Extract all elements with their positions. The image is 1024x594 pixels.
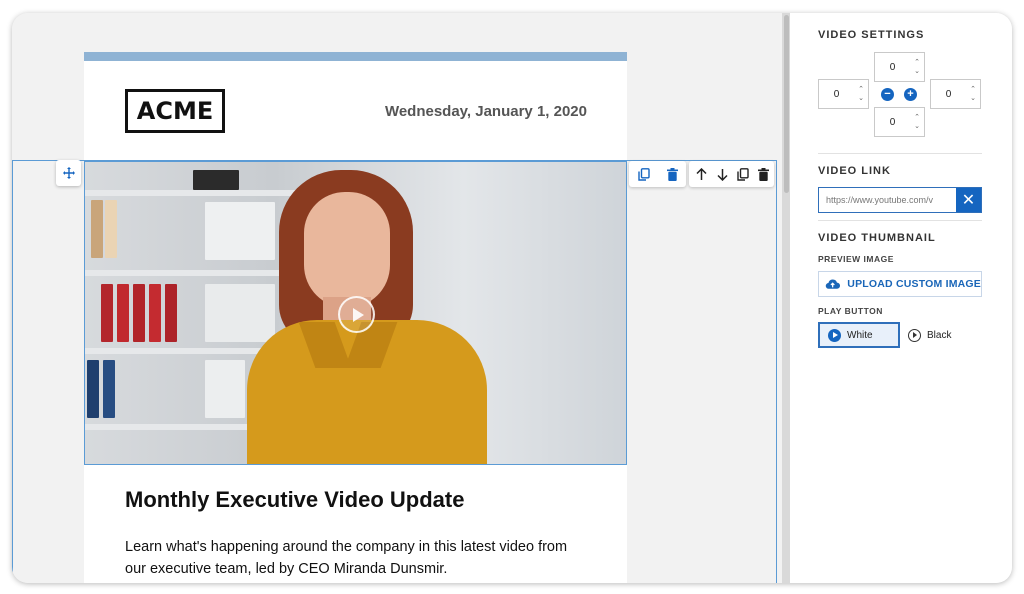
binder <box>165 284 177 342</box>
padding-left-input[interactable]: 0 ⌃ ⌄ <box>818 79 869 109</box>
upload-custom-image-button[interactable]: UPLOAD CUSTOM IMAGE <box>818 271 982 297</box>
video-link-title: VIDEO LINK <box>818 165 891 177</box>
play-button-label: PLAY BUTTON <box>818 306 883 316</box>
clear-link-button[interactable]: ✕ <box>956 188 981 212</box>
binder <box>205 284 275 342</box>
section-divider <box>818 220 982 221</box>
acme-logo: ACME <box>125 89 225 133</box>
trash-icon <box>758 167 770 181</box>
binder <box>105 200 117 258</box>
move-down-button[interactable] <box>712 161 733 187</box>
move-arrows-icon <box>62 167 75 179</box>
chevron-down-icon[interactable]: ⌄ <box>914 122 920 131</box>
video-play-icon[interactable] <box>338 296 375 333</box>
video-link-field[interactable]: https://www.youtube.com/v ✕ <box>818 187 982 213</box>
chevron-up-icon[interactable]: ⌃ <box>914 113 920 122</box>
play-option-white[interactable]: White <box>818 322 900 348</box>
delete-block-button[interactable] <box>661 161 683 187</box>
chevron-down-icon[interactable]: ⌄ <box>914 67 920 76</box>
arrow-up-icon <box>696 167 707 180</box>
move-handle-icon[interactable] <box>56 160 81 186</box>
video-thumbnail-title: VIDEO THUMBNAIL <box>818 232 936 244</box>
padding-top-input[interactable]: 0 ⌃ ⌄ <box>874 52 925 82</box>
padding-top-value: 0 <box>889 61 896 73</box>
stepper-arrows[interactable]: ⌃ ⌄ <box>854 80 868 108</box>
play-circle-filled-icon <box>828 328 841 342</box>
play-option-label: White <box>847 329 873 341</box>
play-option-label: Black <box>927 329 952 341</box>
binder <box>149 284 161 342</box>
padding-right-value: 0 <box>945 88 952 100</box>
binder <box>87 360 99 418</box>
binder <box>205 360 245 418</box>
move-up-button[interactable] <box>691 161 712 187</box>
unlink-padding-icon[interactable]: − <box>881 88 894 101</box>
copy-icon <box>638 167 650 181</box>
binder <box>101 284 113 342</box>
binder <box>133 284 145 342</box>
person-face <box>304 192 390 308</box>
cloud-upload-icon <box>825 279 841 289</box>
email-canvas: ACME Wednesday, January 1, 2020 Monthly … <box>12 13 790 583</box>
preview-image-label: PREVIEW IMAGE <box>818 254 894 264</box>
email-header-bar <box>84 52 627 61</box>
video-block[interactable] <box>84 161 627 465</box>
play-triangle-icon <box>352 307 364 322</box>
app-window: ACME Wednesday, January 1, 2020 Monthly … <box>12 13 1012 583</box>
play-circle-outline-icon <box>908 328 921 342</box>
upload-button-label: UPLOAD CUSTOM IMAGE <box>847 278 981 290</box>
binder <box>193 170 239 190</box>
chevron-up-icon[interactable]: ⌃ <box>914 58 920 67</box>
settings-panel: VIDEO SETTINGS 0 ⌃ ⌄ 0 ⌃ ⌄ − + 0 ⌃ ⌄ 0 ⌃ ⌄ V… <box>790 13 1012 583</box>
chevron-down-icon[interactable]: ⌄ <box>858 94 864 103</box>
link-padding-icon[interactable]: + <box>904 88 917 101</box>
email-date: Wednesday, January 1, 2020 <box>384 103 587 120</box>
email-heading: Monthly Executive Video Update <box>125 487 465 512</box>
binder <box>91 200 103 258</box>
bookshelf <box>85 190 300 196</box>
bookshelf <box>85 270 300 276</box>
email-body-text: Learn what's happening around the compan… <box>125 539 568 577</box>
play-option-black[interactable]: Black <box>908 322 951 348</box>
block-toolbar-secondary <box>689 161 774 187</box>
scrollbar-thumb[interactable] <box>784 15 789 193</box>
binder <box>117 284 129 342</box>
block-toolbar-primary <box>629 161 686 187</box>
chevron-down-icon[interactable]: ⌄ <box>970 94 976 103</box>
trash-icon <box>666 167 678 181</box>
video-link-value[interactable]: https://www.youtube.com/v <box>819 188 956 212</box>
copy-icon <box>737 167 749 181</box>
padding-right-input[interactable]: 0 ⌃ ⌄ <box>930 79 981 109</box>
section-divider <box>818 153 982 154</box>
chevron-up-icon[interactable]: ⌃ <box>970 85 976 94</box>
arrow-down-icon <box>717 168 728 181</box>
padding-bottom-value: 0 <box>889 116 896 128</box>
video-settings-title: VIDEO SETTINGS <box>818 29 925 41</box>
delete-section-button[interactable] <box>753 161 774 187</box>
duplicate-section-button[interactable] <box>733 161 754 187</box>
close-icon: ✕ <box>961 192 976 209</box>
duplicate-block-button[interactable] <box>633 161 655 187</box>
padding-bottom-input[interactable]: 0 ⌃ ⌄ <box>874 107 925 137</box>
stepper-arrows[interactable]: ⌃ ⌄ <box>910 53 924 81</box>
stepper-arrows[interactable]: ⌃ ⌄ <box>966 80 980 108</box>
stepper-arrows[interactable]: ⌃ ⌄ <box>910 108 924 136</box>
chevron-up-icon[interactable]: ⌃ <box>858 85 864 94</box>
binder <box>205 202 275 260</box>
padding-left-value: 0 <box>833 88 840 100</box>
binder <box>103 360 115 418</box>
